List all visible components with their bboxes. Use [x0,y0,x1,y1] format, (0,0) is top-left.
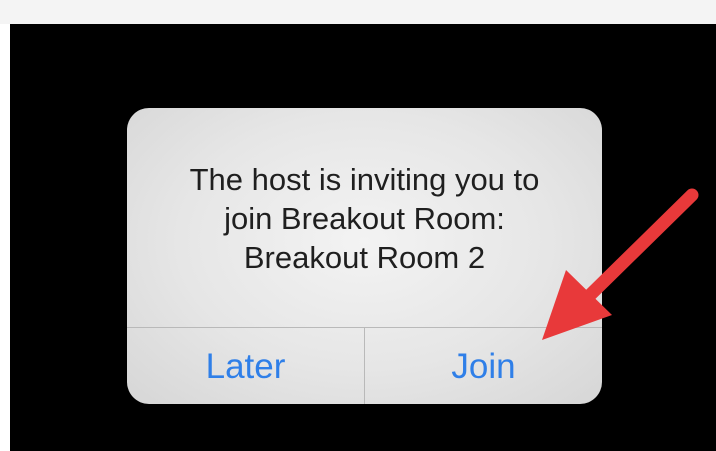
top-margin [0,0,716,24]
breakout-room-invite-alert: The host is inviting you to join Breakou… [127,108,602,404]
join-button[interactable]: Join [365,328,602,404]
screenshot-frame: The host is inviting you to join Breakou… [0,0,716,451]
alert-message: The host is inviting you to join Breakou… [189,162,540,275]
later-button[interactable]: Later [127,328,364,404]
